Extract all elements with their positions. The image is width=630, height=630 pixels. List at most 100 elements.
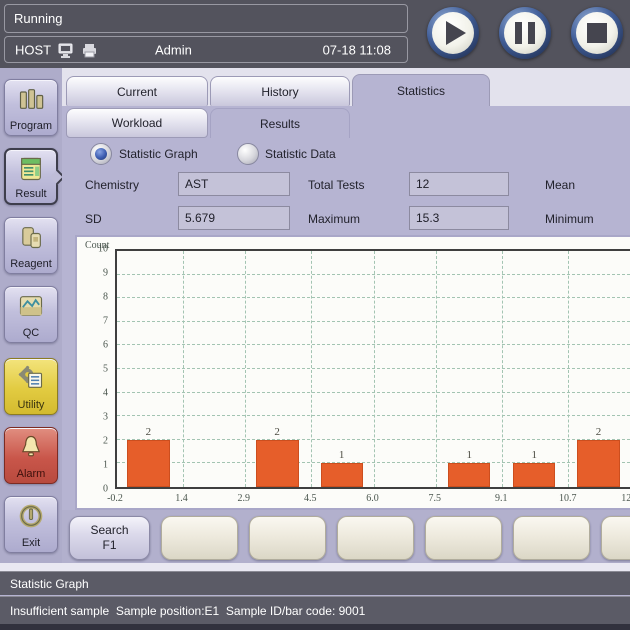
top-bar: Running HOST Admin 07-18 11:08 (0, 0, 630, 68)
sidebar-item-label: Result (15, 188, 46, 200)
sd-value: 5.679 (185, 211, 215, 225)
tab-results[interactable]: Results (210, 108, 350, 138)
v-gridline (245, 251, 246, 487)
sidebar-item-label: Program (10, 120, 52, 132)
maximum-field[interactable]: 15.3 (409, 206, 509, 230)
reagent-icon (17, 223, 45, 251)
maximum-value: 15.3 (416, 211, 439, 225)
pause-button[interactable] (499, 7, 551, 59)
stop-icon (576, 12, 618, 54)
sidebar-item-program[interactable]: Program (4, 79, 58, 136)
analyzer-screen: Running HOST Admin 07-18 11:08 (0, 0, 630, 630)
x-tick-label: 6.0 (366, 493, 379, 504)
chart-x-ticks: -0.21.42.94.56.07.59.110.712.2 (115, 493, 630, 507)
status-message-text: Insufficient sample Sample position:E1 S… (10, 604, 365, 618)
mean-label: Mean (545, 178, 575, 192)
y-tick-label: 10 (98, 244, 108, 255)
sidebar: Program Result Reagent (0, 68, 62, 563)
y-tick-label: 2 (103, 436, 108, 447)
x-tick-label: 10.7 (559, 493, 577, 504)
y-tick-label: 7 (103, 316, 108, 327)
chart-plot: 221112 (115, 249, 630, 489)
sidebar-item-label: QC (23, 327, 40, 339)
tab-current[interactable]: Current (66, 76, 208, 106)
chart-bar (448, 463, 490, 487)
chart-panel: Count 012345678910 221112 -0.21.42.94.56… (75, 235, 630, 510)
status-bar-message: Insufficient sample Sample position:E1 S… (0, 596, 630, 624)
run-status-text: Running (14, 11, 62, 26)
x-tick-label: 2.9 (238, 493, 251, 504)
stop-button[interactable] (571, 7, 623, 59)
footer-button-3[interactable] (337, 516, 414, 560)
tab-label: Current (117, 85, 157, 99)
sd-field[interactable]: 5.679 (178, 206, 290, 230)
bar-value-label: 2 (127, 426, 170, 438)
host-label: HOST (15, 42, 51, 57)
statistic-graph-radio[interactable] (90, 143, 112, 165)
sidebar-item-label: Reagent (10, 258, 52, 270)
printer-icon (81, 42, 98, 59)
divider-strip (0, 563, 630, 571)
tab-statistics[interactable]: Statistics (352, 74, 490, 106)
tab-label: Results (260, 117, 300, 131)
sidebar-item-exit[interactable]: Exit (4, 496, 58, 553)
tab-workload[interactable]: Workload (66, 108, 208, 138)
statistic-graph-radio-label: Statistic Graph (119, 147, 198, 161)
y-tick-label: 5 (103, 364, 108, 375)
total-tests-value: 12 (416, 177, 429, 191)
y-tick-label: 4 (103, 388, 108, 399)
bar-value-label: 1 (448, 449, 490, 461)
play-button[interactable] (427, 7, 479, 59)
sidebar-item-reagent[interactable]: Reagent (4, 217, 58, 274)
footer-button-5[interactable] (513, 516, 590, 560)
chart-bar (256, 440, 299, 487)
utility-icon (17, 364, 45, 392)
y-tick-label: 6 (103, 340, 108, 351)
total-tests-label: Total Tests (308, 178, 364, 192)
sidebar-item-alarm[interactable]: Alarm (4, 427, 58, 484)
bar-value-label: 1 (513, 449, 555, 461)
qc-icon (17, 292, 45, 320)
maximum-label: Maximum (308, 212, 360, 226)
x-tick-label: 12.2 (621, 493, 630, 504)
chemistry-label: Chemistry (85, 178, 139, 192)
x-tick-label: 9.1 (495, 493, 508, 504)
v-gridline (568, 251, 569, 487)
monitor-icon (57, 42, 74, 59)
tab-history[interactable]: History (210, 76, 350, 106)
footer-button-6[interactable] (601, 516, 630, 560)
v-gridline (502, 251, 503, 487)
search-f1-button[interactable]: Search F1 (69, 516, 150, 560)
statistic-data-radio[interactable] (237, 143, 259, 165)
radio-row: Statistic Graph Statistic Data (62, 143, 630, 165)
status-view-text: Statistic Graph (10, 577, 89, 591)
chart-bar (321, 463, 363, 487)
bar-value-label: 2 (577, 426, 620, 438)
x-tick-label: 4.5 (304, 493, 317, 504)
minimum-label: Minimum (545, 212, 594, 226)
chart-bar (513, 463, 555, 487)
v-gridline (311, 251, 312, 487)
footer-button-1[interactable] (161, 516, 238, 560)
tab-label: Workload (112, 116, 162, 130)
sidebar-item-qc[interactable]: QC (4, 286, 58, 343)
sidebar-item-result[interactable]: Result (4, 148, 58, 205)
sidebar-item-label: Utility (18, 399, 45, 411)
y-tick-label: 9 (103, 268, 108, 279)
sd-label: SD (85, 212, 102, 226)
alarm-icon (17, 433, 45, 461)
footer-button-2[interactable] (249, 516, 326, 560)
footer-button-4[interactable] (425, 516, 502, 560)
chart-y-ticks: 012345678910 (77, 249, 111, 489)
statistic-data-radio-label: Statistic Data (265, 147, 336, 161)
y-tick-label: 1 (103, 460, 108, 471)
program-icon (17, 85, 45, 113)
tab-label: History (261, 85, 298, 99)
total-tests-field[interactable]: 12 (409, 172, 509, 196)
v-gridline (374, 251, 375, 487)
chemistry-field[interactable]: AST (178, 172, 290, 196)
pause-icon (504, 12, 546, 54)
user-name: Admin (155, 42, 192, 57)
sidebar-item-utility[interactable]: Utility (4, 358, 58, 415)
bar-value-label: 1 (321, 449, 363, 461)
